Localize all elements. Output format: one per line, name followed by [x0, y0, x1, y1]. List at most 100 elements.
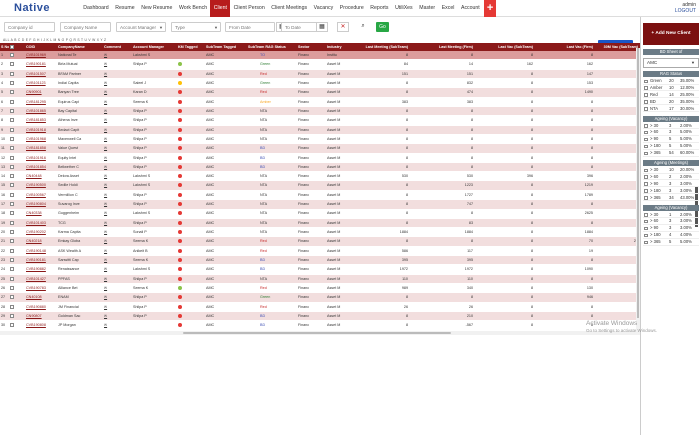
sidebar-stat-row[interactable]: > 30 1 2.00%: [643, 212, 699, 219]
row-checkbox[interactable]: [10, 116, 18, 124]
scroll-thumb[interactable]: [637, 48, 639, 318]
sidebar-stat-row[interactable]: > 365 54 60.00%: [643, 150, 699, 157]
comment-icon[interactable]: ✉: [104, 256, 130, 264]
row-checkbox[interactable]: [10, 107, 18, 115]
row-checkbox[interactable]: [10, 126, 18, 134]
sidebar-stat-row[interactable]: > 60 2 2.00%: [643, 174, 699, 181]
comment-icon[interactable]: ✉: [104, 265, 130, 273]
comment-icon[interactable]: ✉: [104, 116, 130, 124]
company-code[interactable]: CVB101968: [26, 135, 60, 143]
comment-icon[interactable]: ✉: [104, 51, 130, 59]
table-row[interactable]: 23 CVB190181 Sanwitti Cap ✉ Seema K AMC BD Fina…: [0, 256, 640, 265]
table-row[interactable]: 28 CVB190880 JM Financial ✉ Shilpa P AMC Red Fi…: [0, 303, 640, 311]
comment-icon[interactable]: ✉: [104, 295, 107, 299]
checkbox[interactable]: [10, 276, 14, 281]
checkbox[interactable]: [10, 108, 14, 113]
sidebar-stat-row[interactable]: > 180 4 4.00%: [643, 232, 699, 239]
table-row[interactable]: 7 CVB101865 Bay Capital ✉ Shilpa P AMC NTA Fina…: [0, 106, 640, 116]
account-manager-select[interactable]: Account Manager ▼: [116, 22, 166, 32]
comment-icon[interactable]: ✉: [104, 191, 130, 199]
table-row[interactable]: 1 CVB101969 National Te ✉ Lakshmi S AMC TO Fina…: [0, 51, 640, 60]
checkbox[interactable]: [10, 174, 14, 179]
comment-icon[interactable]: ✉: [104, 53, 107, 57]
checkbox[interactable]: [10, 99, 14, 104]
comment-icon[interactable]: ✉: [104, 230, 107, 234]
nav-item[interactable]: Procedure: [336, 0, 367, 17]
checkbox[interactable]: [10, 304, 14, 309]
company-code[interactable]: CVB190181: [26, 60, 60, 68]
table-row[interactable]: 3 CVB101507 BFAM Partner ✉ AMC Red Financ Asset…: [0, 69, 640, 79]
checkbox[interactable]: [644, 124, 648, 128]
row-checkbox[interactable]: [10, 219, 18, 227]
table-row[interactable]: 20 CVB190202 Karma Capita ✉ Sonali P AMC NTA Fi…: [0, 228, 640, 236]
nav-item[interactable]: Client Person: [230, 0, 268, 17]
select-all-checkbox[interactable]: [10, 45, 14, 50]
company-code[interactable]: CVB181858: [26, 144, 60, 152]
sheet-select[interactable]: AMC ▼: [643, 58, 699, 68]
table-row[interactable]: 15 CVB190500 Sedlle Holdi ✉ Lakshmi S AMC NTA F…: [0, 181, 640, 190]
checkbox[interactable]: [10, 258, 14, 263]
nav-item[interactable]: New Resume: [138, 0, 176, 17]
company-code[interactable]: CN40338: [26, 209, 60, 217]
comment-icon[interactable]: ✉: [104, 286, 107, 290]
checkbox[interactable]: [10, 267, 14, 272]
comment-icon[interactable]: ✉: [104, 258, 107, 262]
table-row[interactable]: 26 CVB190783 Alliance Bet ✉ Seema K AMC Red Fin…: [0, 284, 640, 292]
checkbox[interactable]: [644, 93, 648, 97]
table-row[interactable]: 21 CN40218 Emkay Globa ✉ Seema K AMC Red Financ…: [0, 237, 640, 246]
company-code[interactable]: CN90901: [26, 88, 60, 96]
row-checkbox[interactable]: [10, 237, 18, 245]
comment-icon[interactable]: ✉: [104, 165, 107, 169]
checkbox[interactable]: [644, 137, 648, 142]
comment-icon[interactable]: ✉: [104, 126, 130, 134]
comment-icon[interactable]: ✉: [104, 228, 130, 236]
column-header[interactable]: Sector: [298, 43, 326, 51]
nav-item[interactable]: Reports: [367, 0, 392, 17]
table-row[interactable]: 2 CVB190181 Birla Mutual ✉ Shilpa P AMC Green F…: [0, 60, 640, 68]
checkbox[interactable]: [10, 127, 14, 132]
table-row[interactable]: 6 CVB181295 Equirus Capi ✉ Seema K AMC Amber Fi…: [0, 98, 640, 106]
company-code[interactable]: CVB101427: [26, 275, 60, 283]
table-row[interactable]: 13 CVB101854 Bellwether C ✉ Shilpa P AMC BD Fin…: [0, 162, 640, 172]
checkbox[interactable]: [644, 107, 648, 111]
checkbox[interactable]: [10, 202, 14, 207]
user-menu[interactable]: admin LOGOUT: [675, 2, 696, 14]
checkbox[interactable]: [10, 286, 14, 291]
table-row[interactable]: 14 CN40448 Delora Asset ✉ Lakshmi S AMC NTA Fin…: [0, 172, 640, 180]
company-code[interactable]: CVB101507: [26, 70, 60, 78]
comment-icon[interactable]: ✉: [104, 88, 130, 96]
company-code[interactable]: CVB101865: [26, 107, 60, 115]
checkbox[interactable]: [10, 80, 14, 85]
comment-icon[interactable]: ✉: [104, 284, 130, 292]
nav-item[interactable]: Master: [416, 0, 438, 17]
sidebar-stat-row[interactable]: > 90 3 3.00%: [643, 181, 699, 188]
company-code[interactable]: CVB190783: [26, 284, 60, 292]
comment-icon[interactable]: ✉: [104, 323, 107, 327]
table-row[interactable]: 27 CN40108 ENAM ✉ Shilpa P AMC Green Financ Asse…: [0, 293, 640, 302]
company-code[interactable]: CVB101403: [26, 219, 60, 227]
row-checkbox[interactable]: [10, 293, 18, 301]
logout-link[interactable]: LOGOUT: [675, 8, 696, 14]
row-checkbox[interactable]: [10, 284, 18, 292]
comment-icon[interactable]: ✉: [104, 146, 107, 150]
comment-icon[interactable]: ✉: [104, 70, 130, 78]
comment-icon[interactable]: ✉: [104, 249, 107, 253]
column-header[interactable]: Last Vac (SubTeam): [478, 43, 533, 51]
column-header[interactable]: Last Vac (Firm): [538, 43, 593, 51]
company-code[interactable]: CVB101916: [26, 154, 60, 162]
company-code[interactable]: CVB190880: [26, 303, 60, 311]
sidebar-stat-row[interactable]: NTA 17 30.00%: [643, 106, 699, 113]
company-code[interactable]: CVB190181: [26, 256, 60, 264]
sidebar-stat-row[interactable]: > 60 3 5.00%: [643, 129, 699, 136]
column-header[interactable]: [10, 43, 18, 51]
comment-icon[interactable]: ✉: [104, 135, 130, 143]
add-new-client-button[interactable]: + Add New Client: [643, 23, 699, 45]
comment-icon[interactable]: ✉: [104, 312, 130, 320]
checkbox[interactable]: [644, 168, 648, 172]
checkbox[interactable]: [644, 144, 648, 149]
sidebar-stat-row[interactable]: > 60 3 3.00%: [643, 218, 699, 225]
comment-icon[interactable]: ✉: [104, 181, 130, 189]
checkbox[interactable]: [10, 146, 14, 151]
company-code[interactable]: CN40108: [26, 293, 60, 301]
checkbox[interactable]: [644, 86, 648, 90]
